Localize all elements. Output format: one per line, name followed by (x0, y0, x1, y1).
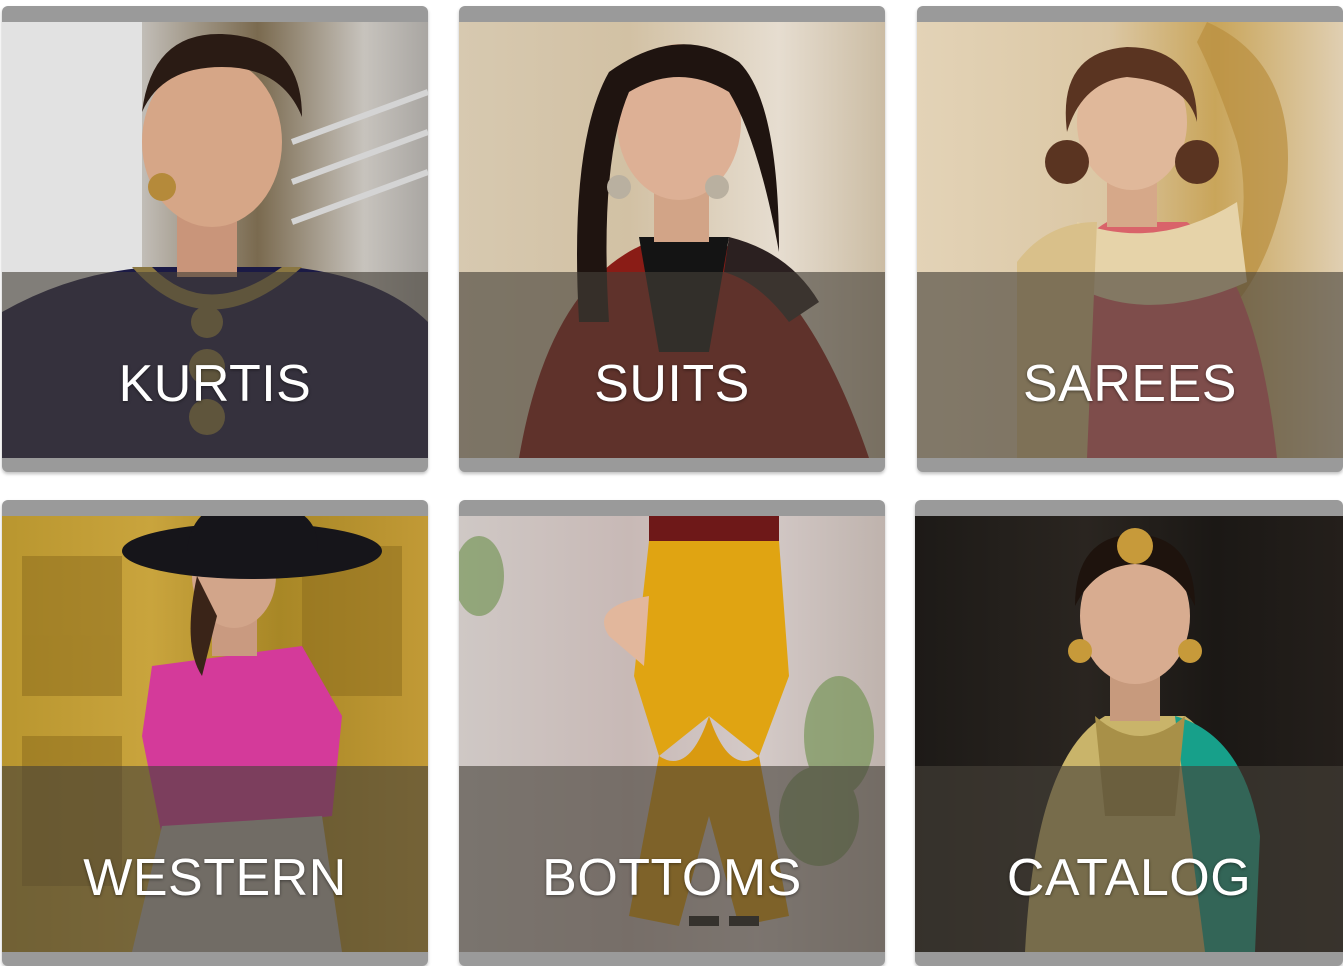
category-tile-sarees[interactable]: SAREES (917, 6, 1343, 472)
category-tile-bottoms[interactable]: BOTTOMS (459, 500, 885, 966)
category-label: WESTERN (83, 849, 347, 907)
category-label: KURTIS (118, 355, 312, 413)
category-label: SUITS (594, 355, 750, 413)
category-tile-kurtis[interactable]: KURTIS (2, 6, 428, 472)
category-grid: KURTIS SUITS SAREES WESTERN BOTTOMS CATA… (0, 0, 1343, 966)
category-label: SAREES (1023, 355, 1237, 413)
category-label: CATALOG (1006, 849, 1252, 907)
category-tile-suits[interactable]: SUITS (459, 6, 885, 472)
category-tile-western[interactable]: WESTERN (2, 500, 428, 966)
category-label: BOTTOMS (542, 849, 802, 907)
category-tile-catalog[interactable]: CATALOG (915, 500, 1343, 966)
